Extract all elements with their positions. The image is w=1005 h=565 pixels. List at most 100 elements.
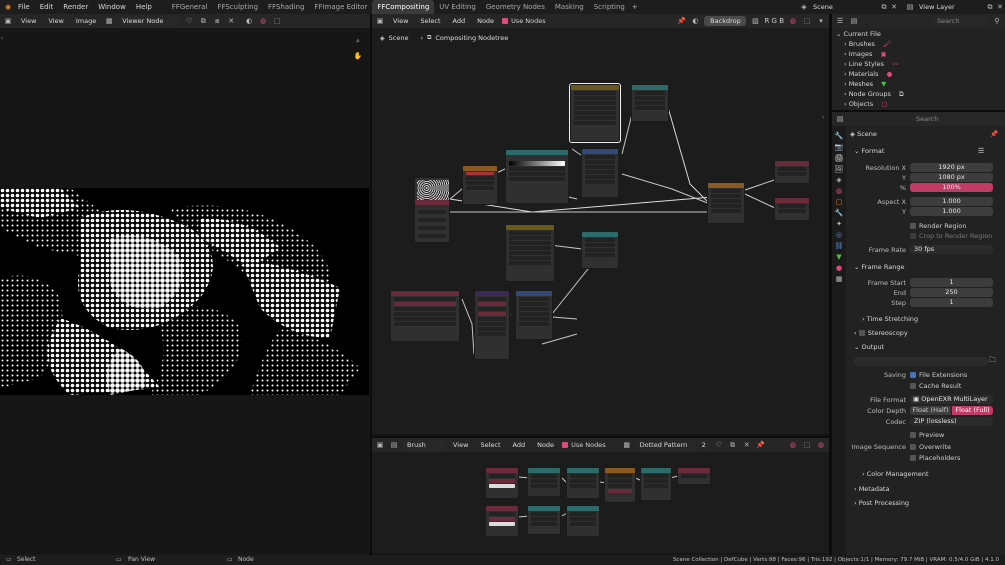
menu-window[interactable]: Window [93,0,131,14]
outliner-filter-icon[interactable]: ⚲ [992,16,1002,26]
resolution-x-field[interactable]: 1920 px [910,163,993,172]
frame-rate-select[interactable]: 30 fps [910,245,993,254]
outliner-search-input[interactable]: Search [933,16,988,26]
properties-search-input[interactable]: Search [912,114,1002,124]
tool-tab-icon[interactable]: 🔧 [835,132,844,140]
output-tab-icon[interactable]: 🖨 [834,154,844,162]
gizmo-icon[interactable]: ⬚ [272,16,282,26]
view-layer-selector[interactable]: View Layer [915,2,985,12]
texture-node-editor[interactable]: ▣ ▤ Brush View Select Add Node Use Nodes… [372,436,829,553]
frame-start-field[interactable]: 1 [910,278,993,287]
resolution-percent-field[interactable]: 100% [910,183,993,192]
data-tab-icon[interactable]: ▼ [836,253,841,261]
node-texture-pattern-2[interactable] [505,224,555,282]
tab-geometry-nodes[interactable]: Geometry Nodes [481,0,550,14]
crop-region-row[interactable]: Crop to Render Region [848,231,1003,241]
tab-scripting[interactable]: Scripting [589,0,630,14]
delete-view-layer-icon[interactable]: ✕ [995,2,1005,12]
physics-tab-icon[interactable]: ◎ [836,231,842,239]
new-view-layer-icon[interactable]: ⧉ [985,2,995,12]
image-editor-menu-view[interactable]: View [17,16,41,26]
editor-type-outliner-icon[interactable]: ☰ [835,16,845,26]
image-editor-menu-image[interactable]: Image [71,16,101,26]
outliner-item-images[interactable]: › Images ▣ [844,49,887,59]
outliner-root[interactable]: ⌄ Current File [836,29,881,39]
placeholders-checkbox[interactable]: Placeholders [910,453,960,463]
cache-result-checkbox[interactable]: Cache Result [910,381,961,391]
node-less-than-2[interactable] [581,231,619,269]
new-scene-icon[interactable]: ⧉ [879,2,889,12]
aspect-x-field[interactable]: 1.000 [910,197,993,206]
tab-ffimage-editor[interactable]: FFImage Editor [309,0,372,14]
properties-pin-icon[interactable]: 📌 [990,130,998,138]
scene-icon[interactable]: ◈ [799,2,809,12]
delete-scene-icon[interactable]: ✕ [889,2,899,12]
node-image-input[interactable] [414,177,450,243]
texture-node-math-4[interactable] [566,505,600,537]
open-image-icon[interactable]: ⧈ [212,16,222,26]
preview-row[interactable]: Preview [848,430,1003,440]
compositor-node-editor[interactable]: ▣ View Select Add Node Use Nodes 📌 ◐ Bac… [372,14,829,434]
node-mix-multiply[interactable] [707,182,745,224]
texture-node-math-2[interactable] [527,505,561,535]
node-less-than-1[interactable] [631,84,669,122]
node-map-range-2[interactable] [515,290,553,340]
placeholders-row[interactable]: Placeholders [848,453,1003,463]
file-format-select[interactable]: ▣ OpenEXR MultiLayer [910,395,993,404]
menu-render[interactable]: Render [58,0,93,14]
texture-node-blend-1[interactable] [485,467,519,499]
particles-tab-icon[interactable]: ✦ [836,220,842,228]
menu-help[interactable]: Help [131,0,157,14]
texture-node-output[interactable] [677,467,711,485]
outliner-item-line-styles[interactable]: › Line Styles 〰 [844,59,899,69]
node-composite[interactable] [774,160,810,184]
tab-ffsculpting[interactable]: FFSculpting [212,0,263,14]
menu-edit[interactable]: Edit [35,0,59,14]
scene-selector[interactable]: Scene [809,2,879,12]
editor-type-properties-icon[interactable]: ▤ [835,114,845,124]
image-editor-menu-view-2[interactable]: View [44,16,68,26]
image-browse-icon[interactable]: ▦ [104,16,114,26]
image-name-field[interactable]: Viewer Node [118,16,181,26]
scene-tab-icon[interactable]: ◈ [836,176,841,184]
node-viewer[interactable] [774,197,810,221]
render-tab-icon[interactable]: 📷 [835,143,844,151]
display-channels-icon[interactable]: ◐ [244,16,254,26]
outliner-item-meshes[interactable]: › Meshes ▼ [844,79,886,89]
view-layer-icon[interactable]: ▤ [905,2,915,12]
add-workspace-icon[interactable]: + [630,2,640,12]
frame-end-field[interactable]: 250 [910,288,993,297]
texture-node-combine[interactable] [604,467,636,503]
color-management-subpanel[interactable]: › Color Management [862,469,929,480]
depth-half-button[interactable]: Float (Half) [910,406,951,415]
outliner-item-node-groups[interactable]: › Node Groups ⧉ [844,89,904,99]
object-tab-icon[interactable]: ▢ [836,198,843,206]
crop-region-checkbox[interactable]: Crop to Render Region [910,231,992,241]
render-region-row[interactable]: Render Region [848,221,1003,231]
texture-node-coordinates[interactable] [640,467,672,501]
material-tab-icon[interactable]: ● [836,264,842,272]
checkbox-icon[interactable] [858,330,865,336]
resolution-y-field[interactable]: 1080 px [910,173,993,182]
node-map-range-1[interactable] [581,148,619,198]
outliner-item-materials[interactable]: › Materials ● [844,69,892,79]
cache-result-row[interactable]: Cache Result [848,381,1003,391]
modifier-tab-icon[interactable]: 🔧 [835,209,844,217]
zoom-icon[interactable]: ⌕ [353,36,363,46]
preview-checkbox[interactable]: Preview [910,430,944,440]
node-blur[interactable] [474,290,510,360]
editor-type-image-icon[interactable]: ▣ [3,16,13,26]
texture-node-math-1[interactable] [527,467,561,497]
presets-list-icon[interactable]: ☰ [978,147,984,155]
folder-icon[interactable]: 🗀 [989,356,996,367]
tab-ffgeneral[interactable]: FFGeneral [167,0,213,14]
node-vector-math[interactable] [390,290,460,342]
new-image-icon[interactable]: ⧉ [198,16,208,26]
outliner-item-brushes[interactable]: › Brushes 🖌 [844,39,891,49]
right-collapse-arrow[interactable]: ‹ [822,114,824,121]
hand-pan-icon[interactable]: ✋ [353,51,363,61]
codec-select[interactable]: ZIP (lossless) [910,417,993,426]
render-region-checkbox[interactable]: Render Region [910,221,966,231]
unlink-image-icon[interactable]: ✕ [226,16,236,26]
tab-masking[interactable]: Masking [550,0,589,14]
